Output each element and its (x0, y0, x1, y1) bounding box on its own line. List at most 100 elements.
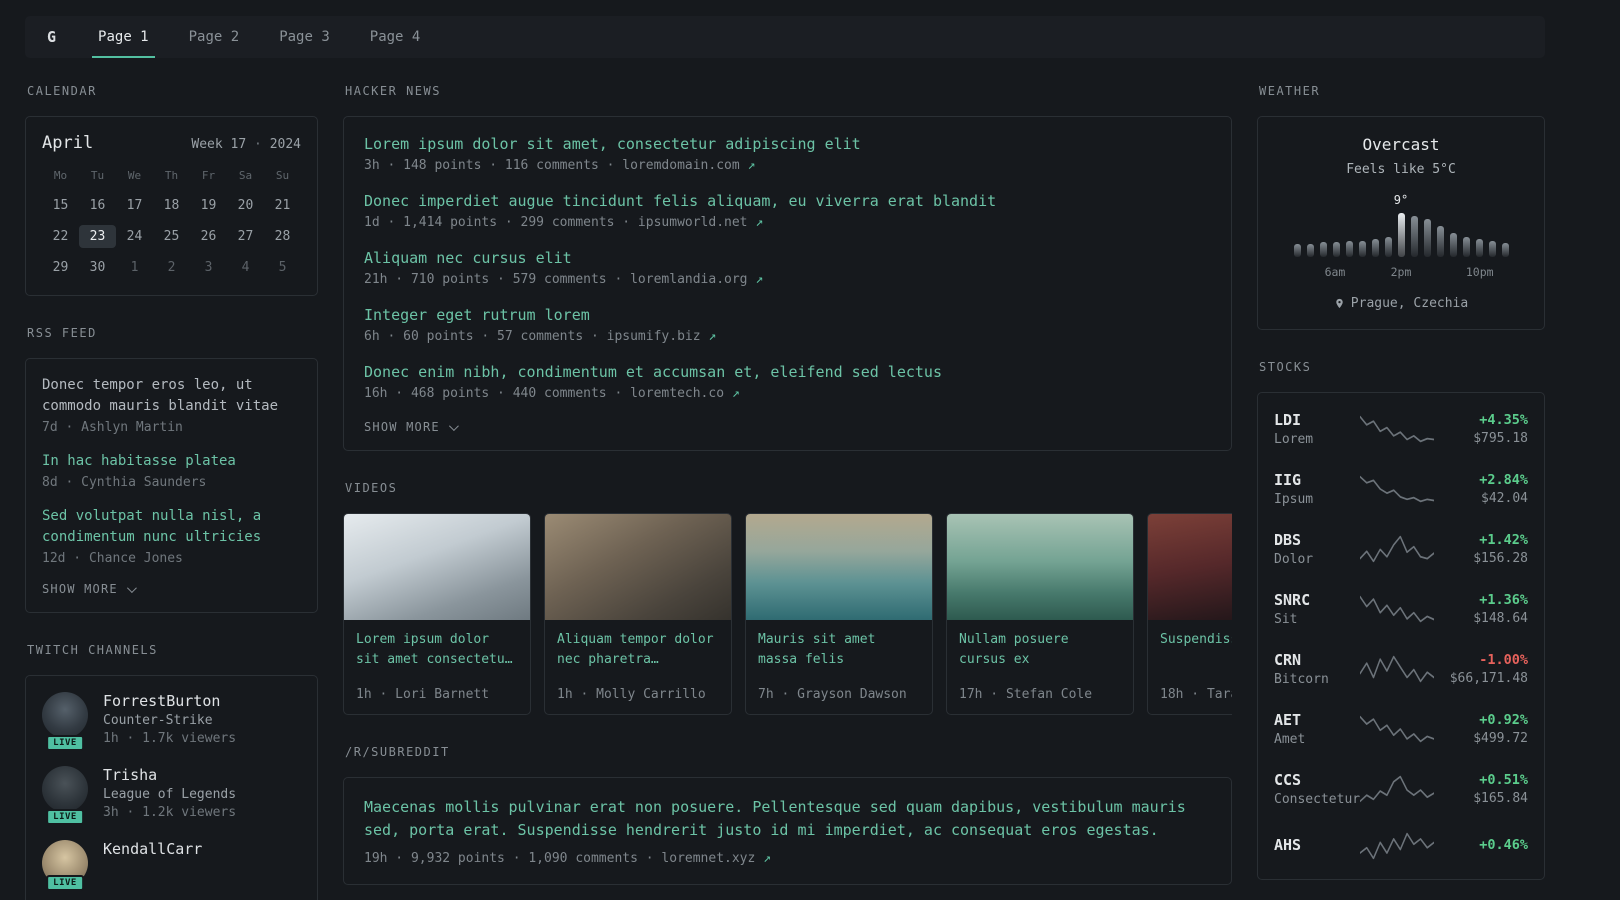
stock-change: +0.46% (1479, 836, 1528, 853)
stock-name: Dolor (1274, 552, 1314, 567)
hn-item-link[interactable]: Integer eget rutrum lorem (364, 306, 1211, 324)
stock-sparkline (1358, 474, 1436, 504)
calendar-year: 2024 (269, 137, 301, 152)
stock-sparkline (1358, 831, 1436, 861)
stock-values: +2.84% $42.04 (1436, 472, 1528, 506)
calendar-grid: Mo Tu We Th Fr Sa Su 15 16 17 18 19 20 2… (42, 169, 301, 279)
tab-page-2[interactable]: Page 2 (183, 16, 246, 58)
calendar-day-next-month: 4 (241, 260, 250, 275)
video-title-link[interactable]: Lorem ipsum dolor sit amet consectetu… (356, 630, 518, 670)
hn-item-meta: 1d · 1,414 points · 299 comments · ipsum… (364, 215, 1211, 230)
rss-widget: Donec tempor eros leo, ut commodo mauris… (25, 358, 318, 613)
external-link-icon[interactable]: ↗ (755, 272, 763, 287)
calendar-day: 25 (163, 229, 180, 244)
video-meta: 17h · Stefan Cole (959, 687, 1093, 702)
stock-name: Ipsum (1274, 492, 1314, 507)
tab-page-3[interactable]: Page 3 (273, 16, 336, 58)
stock-id: CRN Bitcorn (1274, 651, 1358, 687)
calendar-day: 15 (52, 198, 69, 213)
video-card[interactable]: Lorem ipsum dolor sit amet consectetu… 1… (343, 513, 531, 715)
video-title-link[interactable]: Suspendisse diam (1160, 630, 1232, 650)
external-link-icon[interactable]: ↗ (763, 851, 771, 866)
hn-show-more-button[interactable]: SHOW MORE (364, 420, 1211, 434)
video-title-link[interactable]: Nullam posuere cursus ex (959, 630, 1121, 670)
hn-meta-text: 3h · 148 points · 116 comments · loremdo… (364, 158, 748, 173)
video-body: Lorem ipsum dolor sit amet consectetu… 1… (344, 620, 530, 714)
hn-item-link[interactable]: Lorem ipsum dolor sit amet, consectetur … (364, 135, 1211, 153)
rss-item-link[interactable]: Sed volutpat nulla nisl, a condimentum n… (42, 506, 301, 548)
channel-meta: 3h · 1.2k viewers (103, 805, 237, 820)
channel-game: Counter-Strike (103, 713, 213, 728)
rss-item-link[interactable]: In hac habitasse platea (42, 451, 301, 472)
stock-change: +1.42% (1479, 532, 1528, 548)
dow-label: We (127, 169, 142, 182)
stock-price: $499.72 (1473, 731, 1528, 746)
video-meta: 1h · Lori Barnett (356, 687, 490, 702)
weather-feels-like: Feels like 5°C (1346, 162, 1456, 177)
stock-symbol: DBS (1274, 531, 1302, 549)
hn-item-meta: 21h · 710 points · 579 comments · loreml… (364, 272, 1211, 287)
video-title-link[interactable]: Mauris sit amet massa felis (758, 630, 920, 670)
external-link-icon[interactable]: ↗ (708, 329, 716, 344)
stock-price: $66,171.48 (1449, 671, 1528, 686)
external-link-icon[interactable]: ↗ (755, 215, 763, 230)
twitch-channel[interactable]: LIVE ForrestBurton Counter-Strike 1h · 1… (42, 692, 301, 751)
time-label: 10pm (1465, 265, 1494, 279)
rss-show-more-button[interactable]: SHOW MORE (42, 582, 301, 596)
right-column: WEATHER Overcast Feels like 5°C 9° 6am 2… (1257, 76, 1545, 900)
stock-symbol: CCS (1274, 771, 1302, 789)
hn-meta-text: 21h · 710 points · 579 comments · loreml… (364, 272, 756, 287)
subreddit-post-link[interactable]: Maecenas mollis pulvinar erat non posuer… (364, 796, 1211, 843)
weather-bar: 9° (1394, 193, 1408, 257)
avatar (42, 692, 88, 738)
tab-page-1[interactable]: Page 1 (92, 16, 155, 58)
rss-item-link[interactable]: Donec tempor eros leo, ut commodo mauris… (42, 375, 301, 417)
calendar-day: 29 (52, 260, 69, 275)
rss-show-more-label: SHOW MORE (42, 582, 118, 596)
channel-name: Trisha (103, 766, 158, 784)
stock-values: +0.51% $165.84 (1436, 772, 1528, 806)
video-card[interactable]: Aliquam tempor dolor nec pharetra… 1h · … (544, 513, 732, 715)
weather-time-labels: 6am 2pm 10pm (1274, 265, 1528, 280)
video-thumbnail (947, 514, 1133, 620)
hn-item-link[interactable]: Aliquam nec cursus elit (364, 249, 1211, 267)
stock-change: +0.51% (1479, 772, 1528, 788)
weather-bar (1462, 237, 1470, 257)
stock-symbol: LDI (1274, 411, 1302, 429)
dow-label: Tu (90, 169, 105, 182)
rss-item: In hac habitasse platea 8d · Cynthia Sau… (42, 451, 301, 490)
hackernews-widget: Lorem ipsum dolor sit amet, consectetur … (343, 116, 1232, 451)
video-body: Suspendisse diam 18h · Tara (1148, 620, 1232, 714)
video-body: Aliquam tempor dolor nec pharetra… 1h · … (545, 620, 731, 714)
external-link-icon[interactable]: ↗ (748, 158, 756, 173)
videos-row: Lorem ipsum dolor sit amet consectetu… 1… (343, 513, 1232, 715)
video-card[interactable]: Nullam posuere cursus ex 17h · Stefan Co… (946, 513, 1134, 715)
video-card[interactable]: Suspendisse diam 18h · Tara (1147, 513, 1232, 715)
dow-label: Th (164, 169, 179, 182)
calendar-day: 18 (163, 198, 180, 213)
stock-id: SNRC Sit (1274, 591, 1358, 627)
video-title-link[interactable]: Aliquam tempor dolor nec pharetra… (557, 630, 719, 670)
avatar-wrap: LIVE (42, 692, 88, 751)
external-link-icon[interactable]: ↗ (732, 386, 740, 401)
hn-item: Donec enim nibh, condimentum et accumsan… (364, 363, 1211, 401)
twitch-widget: LIVE ForrestBurton Counter-Strike 1h · 1… (25, 675, 318, 900)
calendar-day: 26 (200, 229, 217, 244)
weather-widget: Overcast Feels like 5°C 9° 6am 2pm 10pm … (1257, 116, 1545, 330)
hn-item-link[interactable]: Donec enim nibh, condimentum et accumsan… (364, 363, 1211, 381)
tab-page-4[interactable]: Page 4 (364, 16, 427, 58)
stock-name: Bitcorn (1274, 672, 1329, 687)
stock-values: +1.36% $148.64 (1436, 592, 1528, 626)
video-card[interactable]: Mauris sit amet massa felis 7h · Grayson… (745, 513, 933, 715)
weather-bars: 9° (1274, 193, 1528, 257)
hn-item-link[interactable]: Donec imperdiet augue tincidunt felis al… (364, 192, 1211, 210)
stock-name: Amet (1274, 732, 1306, 747)
twitch-channel[interactable]: LIVE Trisha League of Legends 3h · 1.2k … (42, 766, 301, 825)
stocks-section-title: STOCKS (1259, 360, 1312, 374)
weather-bar (1371, 239, 1379, 257)
stock-change: +0.92% (1479, 712, 1528, 728)
twitch-channel[interactable]: LIVE KendallCarr (42, 840, 301, 891)
hn-item-meta: 3h · 148 points · 116 comments · loremdo… (364, 158, 1211, 173)
stock-id: LDI Lorem (1274, 411, 1358, 447)
stock-change: -1.00% (1479, 652, 1528, 668)
